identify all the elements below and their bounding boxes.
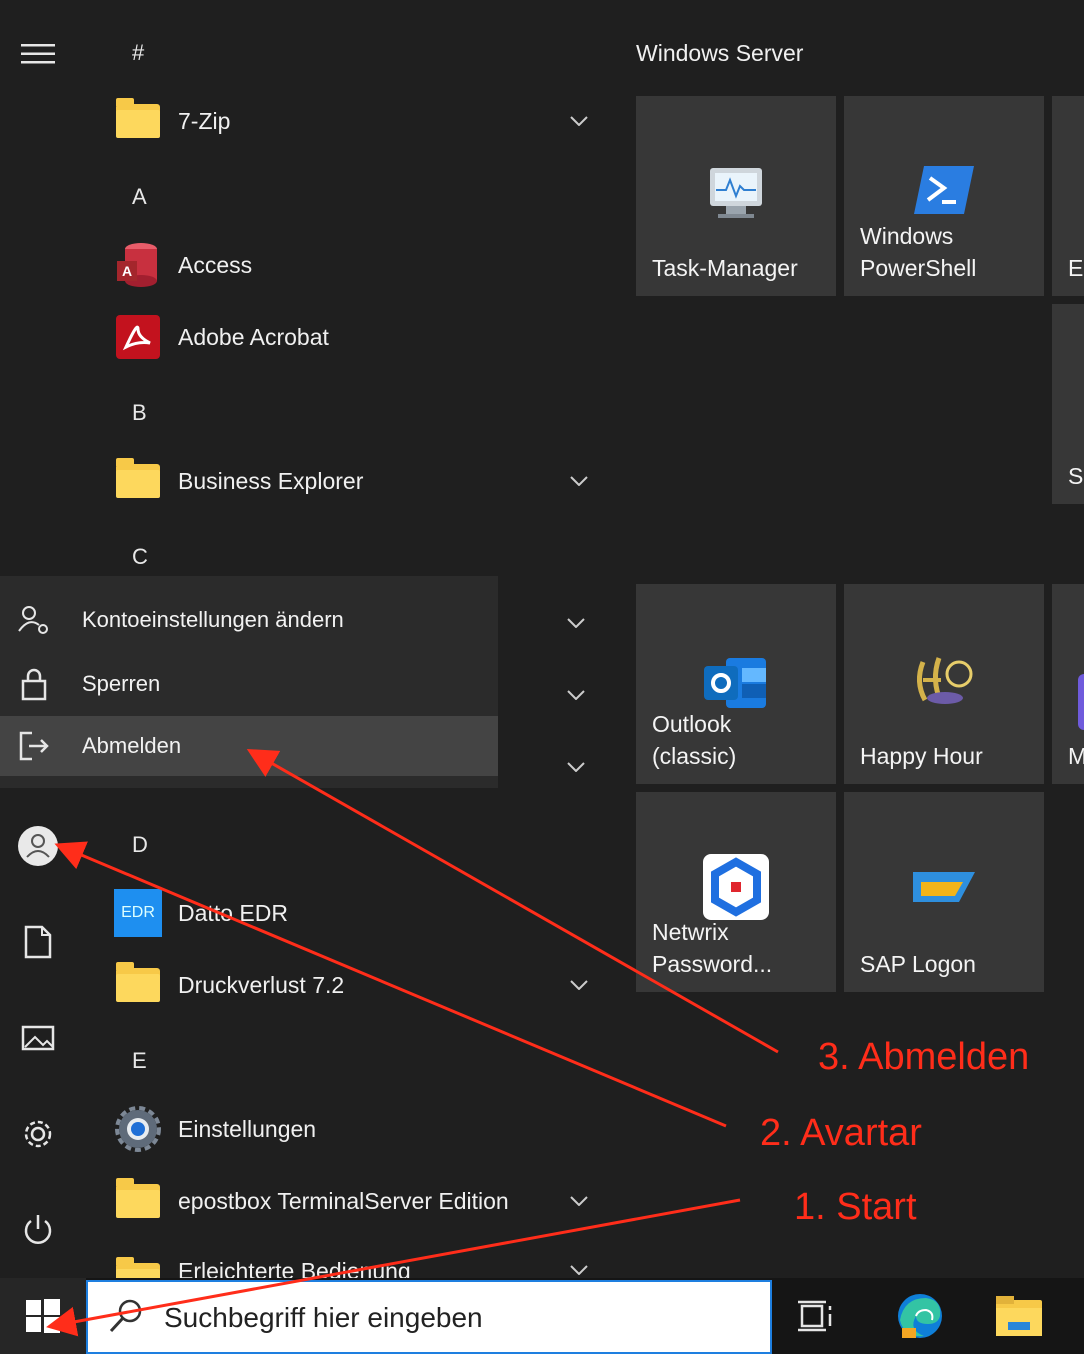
arrow-step3 [246, 749, 779, 1054]
annotation-step3: 3. Abmelden [818, 1036, 1030, 1078]
arrow-step1 [46, 1198, 741, 1337]
annotation-step2: 2. Avartar [760, 1112, 922, 1154]
arrow-step2 [54, 841, 727, 1128]
annotation-step1: 1. Start [794, 1186, 917, 1228]
